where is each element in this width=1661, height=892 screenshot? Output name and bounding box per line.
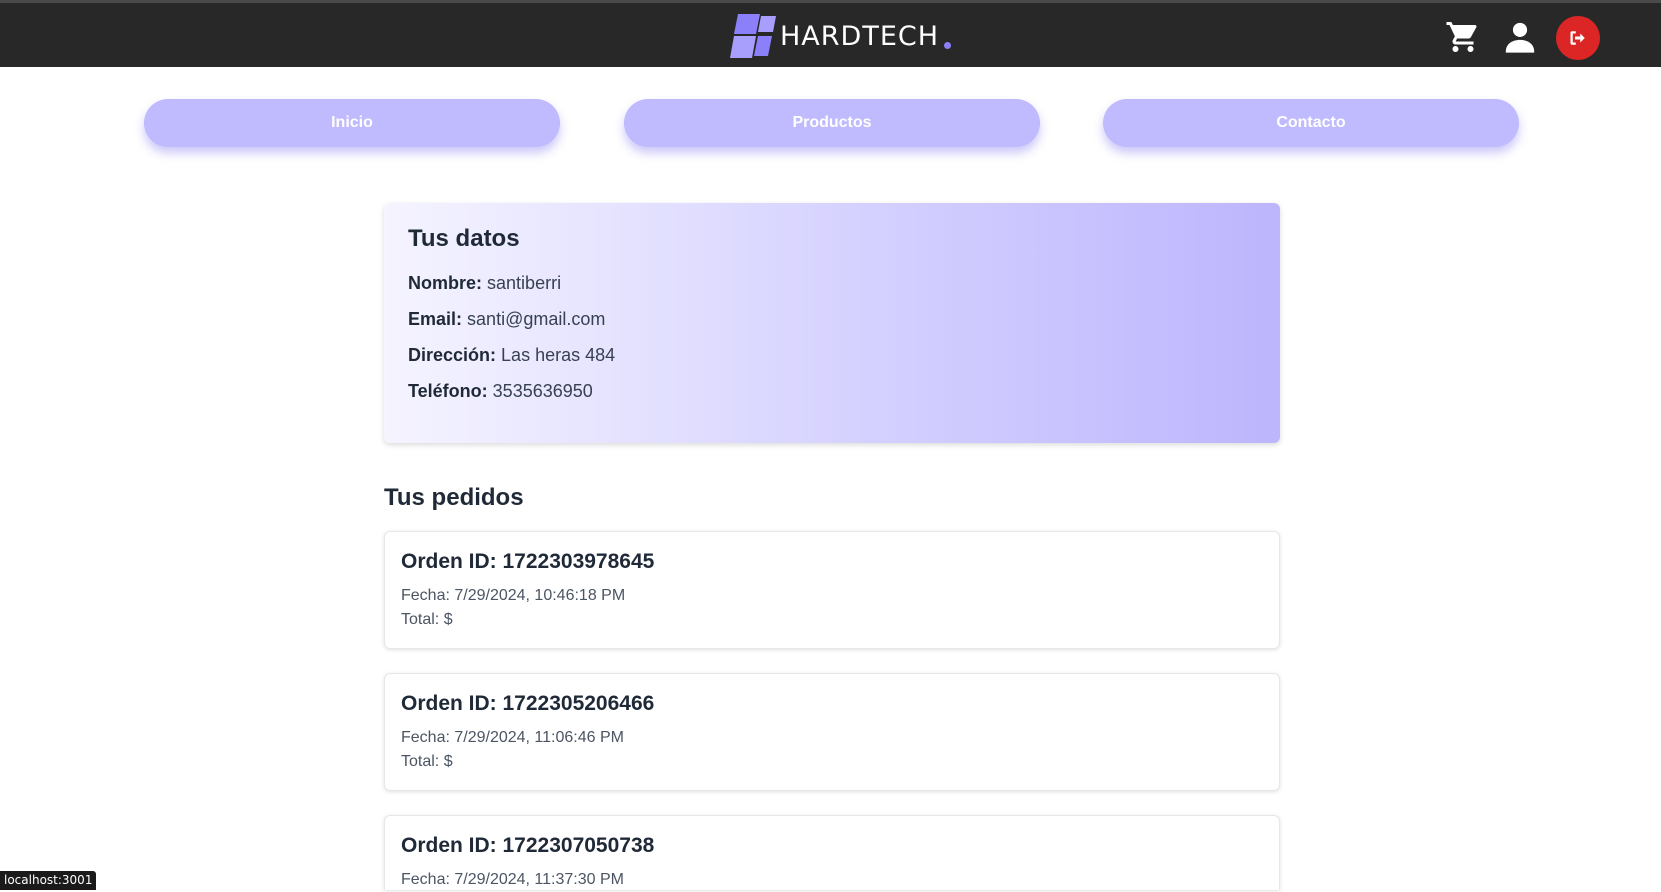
order-date: Fecha: 7/29/2024, 11:37:30 PM (401, 871, 624, 888)
order-id: Orden ID: 1722303978645 (401, 550, 655, 573)
nav-productos-button[interactable]: Productos (624, 99, 1040, 147)
direccion-row: Dirección: Las heras 484 (408, 345, 1256, 366)
logo-dot (944, 42, 952, 49)
order-id: Orden ID: 1722307050738 (401, 834, 655, 857)
logout-icon (1570, 31, 1585, 45)
order-card[interactable]: Orden ID: 1722303978645 Fecha: 7/29/2024… (384, 531, 1280, 649)
email-value: santi@gmail.com (467, 309, 606, 329)
hardtech-logo[interactable]: HARDTECH (730, 12, 952, 60)
telefono-row: Teléfono: 3535636950 (408, 381, 1256, 402)
telefono-value: 3535636950 (492, 381, 593, 401)
cart-icon (1446, 22, 1477, 52)
nav-contacto-button[interactable]: Contacto (1103, 99, 1519, 147)
order-card[interactable]: Orden ID: 1722305206466 Fecha: 7/29/2024… (384, 673, 1280, 791)
email-row: Email: santi@gmail.com (408, 309, 1256, 330)
order-card[interactable]: Orden ID: 1722307050738 Fecha: 7/29/2024… (384, 815, 1280, 890)
nombre-row: Nombre: santiberri (408, 273, 1256, 294)
email-label: Email: (408, 309, 463, 329)
status-bar-url: localhost:3001 (0, 871, 97, 890)
user-profile-button[interactable] (1500, 17, 1540, 57)
telefono-label: Teléfono: (408, 381, 488, 401)
direccion-label: Dirección: (408, 345, 497, 365)
logo-mark-icon (730, 14, 776, 58)
user-data-card: Tus datos Nombre: santiberri Email: sant… (384, 203, 1280, 443)
order-total: Total: $ (401, 611, 453, 628)
user-icon (1505, 22, 1535, 53)
orders-title: Tus pedidos (384, 484, 524, 511)
nav-inicio-button[interactable]: Inicio (144, 99, 560, 147)
nombre-label: Nombre: (408, 273, 483, 293)
order-id: Orden ID: 1722305206466 (401, 692, 655, 715)
nombre-value: santiberri (487, 273, 562, 293)
logout-button[interactable] (1556, 16, 1600, 60)
logo-text: HARDTECH (780, 20, 940, 52)
user-data-title: Tus datos (408, 225, 520, 252)
top-navbar: HARDTECH (0, 0, 1661, 67)
order-total: Total: $ (401, 753, 453, 770)
cart-button[interactable] (1443, 17, 1483, 57)
order-date: Fecha: 7/29/2024, 11:06:46 PM (401, 729, 624, 746)
order-date: Fecha: 7/29/2024, 10:46:18 PM (401, 587, 626, 604)
direccion-value: Las heras 484 (501, 345, 616, 365)
